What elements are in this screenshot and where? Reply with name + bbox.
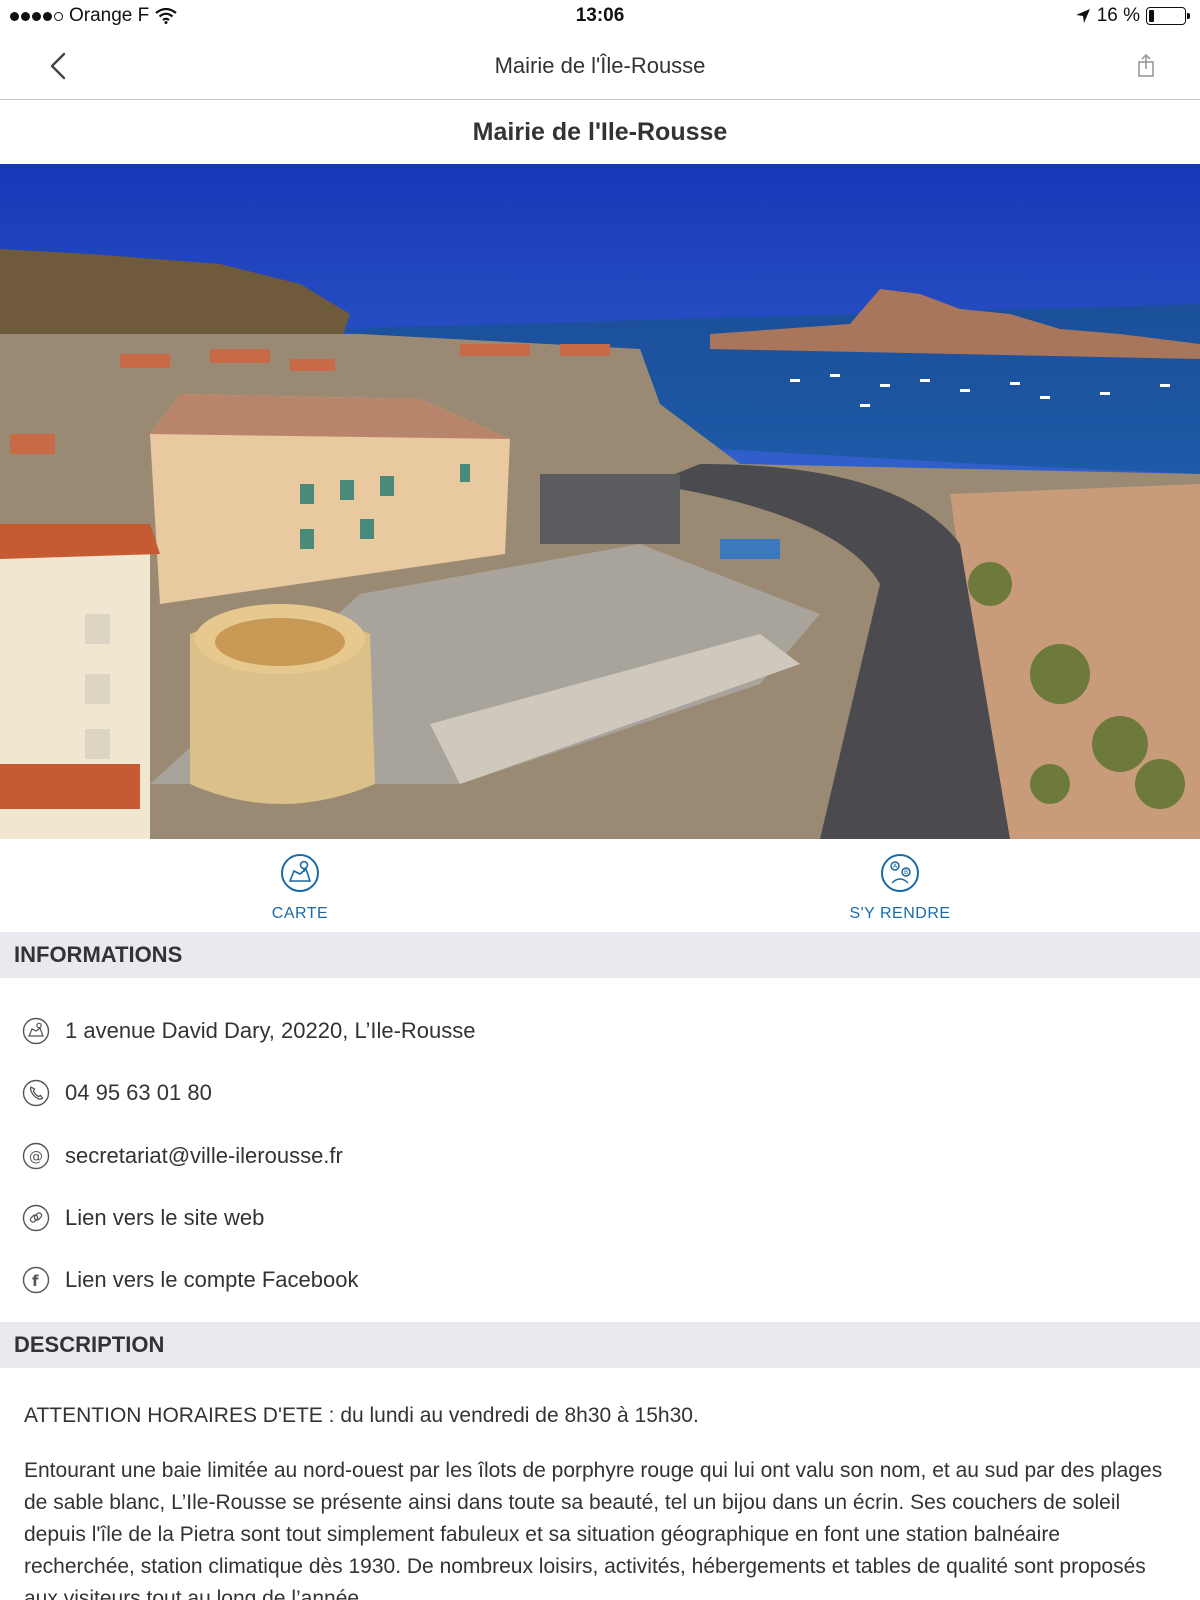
website-link-text: Lien vers le site web (65, 1205, 265, 1230)
directions-button[interactable]: A B S'Y RENDRE (800, 853, 1000, 923)
map-pin-icon (281, 854, 319, 892)
navigation-bar: Mairie de l'Île-Rousse (0, 32, 1200, 100)
route-ab-icon: A B (881, 854, 919, 892)
location-arrow-icon (1075, 9, 1090, 23)
status-time: 13:06 (575, 5, 625, 26)
email-text: secretariat@ville-ilerousse.fr (65, 1143, 343, 1168)
address-text: 1 avenue David Dary, 20220, L’Ile-Rousse (65, 1018, 476, 1043)
phone-row[interactable]: 04 95 63 01 80 (0, 1073, 1200, 1113)
facebook-row[interactable]: f Lien vers le compte Facebook (0, 1260, 1200, 1300)
action-bar: CARTE A B S'Y RENDRE (0, 839, 1200, 932)
status-right: 16 % (1075, 5, 1190, 27)
map-button-label: CARTE (271, 905, 329, 922)
link-icon (22, 1204, 50, 1232)
description-hours: ATTENTION HORAIRES D'ETE : du lundi au v… (24, 1404, 699, 1427)
svg-text:@: @ (29, 1149, 43, 1165)
map-button[interactable]: CARTE (200, 853, 400, 923)
svg-text:f: f (32, 1272, 39, 1290)
nav-title: Mairie de l'Île-Rousse (494, 53, 706, 78)
facebook-link-text: Lien vers le compte Facebook (65, 1267, 359, 1292)
phone-text: 04 95 63 01 80 (65, 1080, 212, 1105)
description-header: DESCRIPTION (0, 1322, 1200, 1368)
email-at-icon: @ (22, 1142, 50, 1170)
email-row[interactable]: @ secretariat@ville-ilerousse.fr (0, 1136, 1200, 1176)
status-bar: Orange F 13:06 16 % (0, 0, 1200, 32)
phone-icon (22, 1079, 50, 1107)
hero-photo (0, 164, 1200, 839)
address-map-icon (22, 1017, 50, 1045)
svg-text:B: B (904, 869, 908, 876)
directions-button-label: S'Y RENDRE (849, 905, 951, 922)
description-body: Entourant une baie limitée au nord-ouest… (24, 1459, 1163, 1600)
facebook-icon: f (22, 1266, 50, 1294)
battery-icon (1146, 7, 1190, 25)
share-icon[interactable] (1132, 52, 1160, 80)
page-title: Mairie de l'Ile-Rousse (472, 118, 728, 146)
battery-percent: 16 % (1096, 5, 1140, 26)
address-row[interactable]: 1 avenue David Dary, 20220, L’Ile-Rousse (0, 1011, 1200, 1051)
informations-header: INFORMATIONS (0, 932, 1200, 978)
website-row[interactable]: Lien vers le site web (0, 1198, 1200, 1238)
